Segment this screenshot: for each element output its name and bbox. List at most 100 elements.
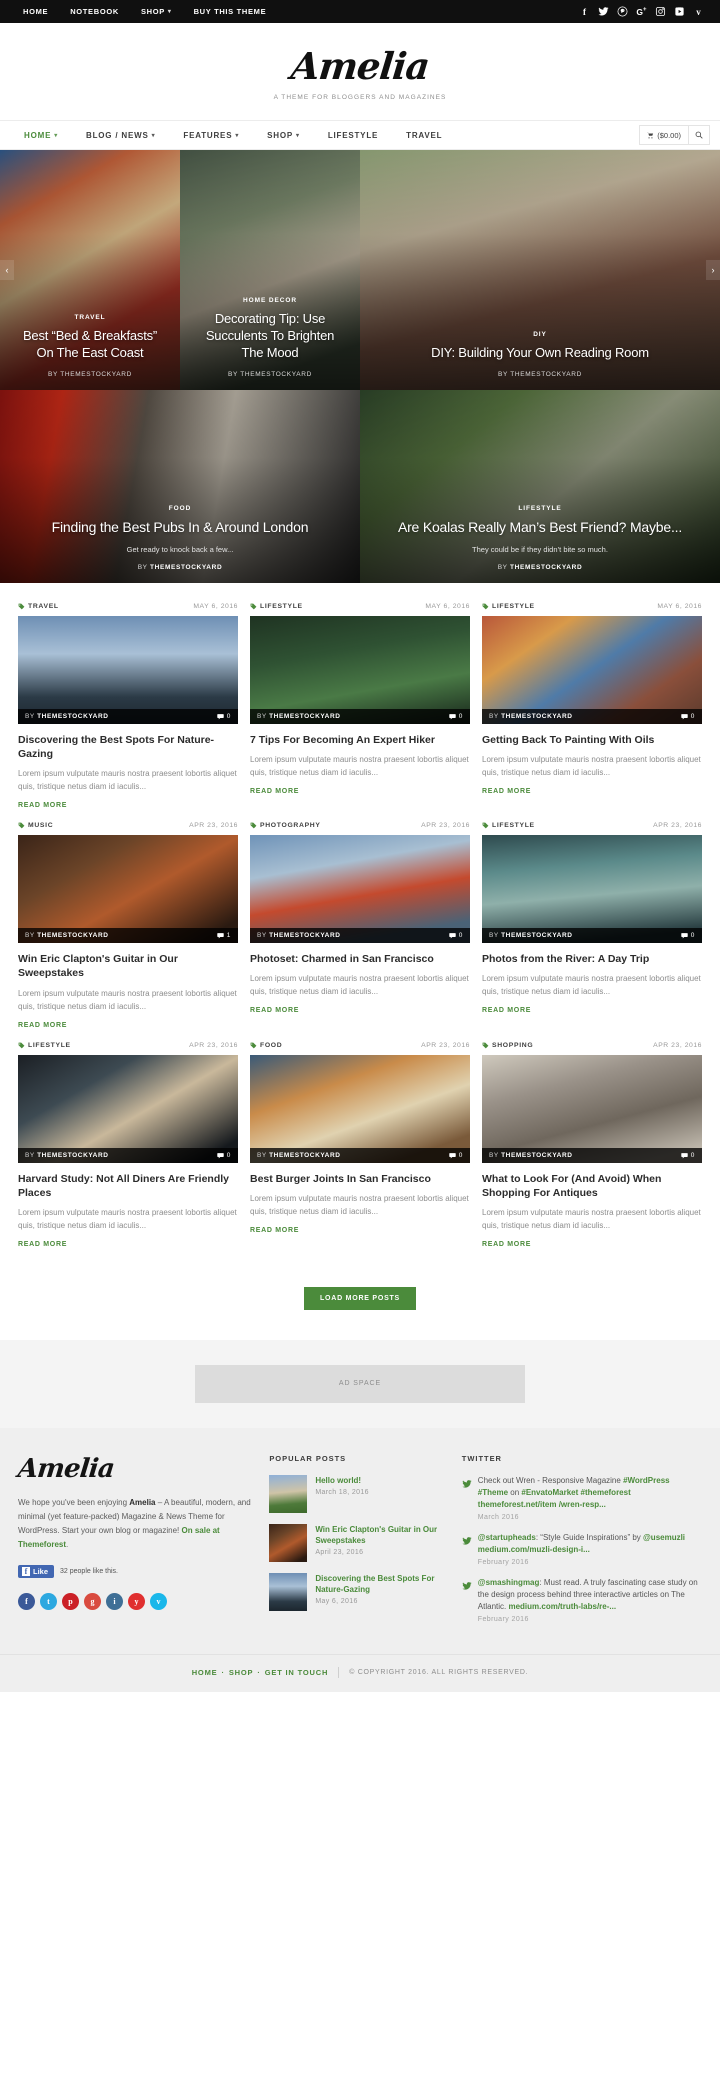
post-category[interactable]: TRAVEL: [18, 603, 59, 610]
comment-count[interactable]: 0: [449, 932, 463, 939]
nav-item-shop[interactable]: SHOP ▾: [253, 121, 314, 149]
post-category[interactable]: LIFESTYLE: [482, 822, 535, 829]
post-card[interactable]: LIFESTYLE MAY 6, 2016 BY THEMESTOCKYARD 0 7 …: [250, 603, 470, 812]
hero-card-pubs-london[interactable]: FOOD Finding the Best Pubs In & Around L…: [0, 390, 360, 583]
hero-category[interactable]: LIFESTYLE: [374, 505, 706, 512]
search-button[interactable]: [689, 125, 710, 145]
footer-nav-get-in-touch[interactable]: GET IN TOUCH: [265, 1668, 329, 1677]
post-card[interactable]: LIFESTYLE MAY 6, 2016 BY THEMESTOCKYARD 0 Ge…: [482, 603, 702, 812]
post-thumbnail[interactable]: BY THEMESTOCKYARD 0: [250, 1054, 470, 1163]
read-more-link[interactable]: READ MORE: [250, 788, 299, 795]
popular-post-title[interactable]: Hello world!: [315, 1475, 369, 1486]
hero-card-succulents[interactable]: HOME DECOR Decorating Tip: Use Succulent…: [180, 150, 360, 390]
hero-card-bed-breakfasts[interactable]: ‹ TRAVEL Best “Bed & Breakfasts” On The …: [0, 150, 180, 390]
twitter-icon[interactable]: t: [40, 1592, 57, 1610]
ad-space[interactable]: AD SPACE: [195, 1364, 525, 1403]
popular-post-item[interactable]: Discovering the Best Spots For Nature-Ga…: [269, 1572, 445, 1611]
post-card[interactable]: MUSIC APR 23, 2016 BY THEMESTOCKYARD 1 Win E…: [18, 822, 238, 1031]
post-title[interactable]: 7 Tips For Becoming An Expert Hiker: [250, 733, 470, 747]
post-card[interactable]: LIFESTYLE APR 23, 2016 BY THEMESTOCKYARD 0 H…: [18, 1042, 238, 1251]
post-category[interactable]: MUSIC: [18, 822, 53, 829]
hero-title[interactable]: Are Koalas Really Man’s Best Friend? May…: [374, 518, 706, 536]
post-thumbnail[interactable]: BY THEMESTOCKYARD 0: [18, 1054, 238, 1163]
topbar-link-home[interactable]: HOME: [12, 7, 59, 16]
read-more-link[interactable]: READ MORE: [250, 1227, 299, 1234]
popular-post-thumbnail[interactable]: [269, 1572, 308, 1611]
tweet-link-1[interactable]: @startupheads: [478, 1533, 536, 1542]
post-thumbnail[interactable]: BY THEMESTOCKYARD 0: [482, 835, 702, 944]
hero-category[interactable]: HOME DECOR: [194, 297, 346, 304]
pinterest-icon[interactable]: p: [62, 1592, 79, 1610]
twitter-icon[interactable]: [594, 6, 613, 17]
read-more-link[interactable]: READ MORE: [250, 1007, 299, 1014]
post-thumbnail[interactable]: BY THEMESTOCKYARD 0: [482, 616, 702, 724]
read-more-link[interactable]: READ MORE: [482, 788, 531, 795]
post-thumbnail[interactable]: BY THEMESTOCKYARD 0: [250, 835, 470, 944]
hero-title[interactable]: Best “Bed & Breakfasts” On The East Coas…: [14, 327, 166, 361]
read-more-link[interactable]: READ MORE: [18, 1241, 67, 1248]
topbar-link-shop[interactable]: SHOP ▾: [130, 7, 183, 16]
hero-title[interactable]: Finding the Best Pubs In & Around London: [14, 518, 346, 536]
popular-post-thumbnail[interactable]: [269, 1523, 308, 1562]
instagram-icon[interactable]: i: [106, 1592, 123, 1610]
post-title[interactable]: Win Eric Clapton's Guitar in Our Sweepst…: [18, 952, 238, 980]
nav-item-home[interactable]: HOME ▾: [10, 121, 72, 149]
comment-count[interactable]: 0: [449, 1152, 463, 1159]
popular-post-item[interactable]: Win Eric Clapton's Guitar in Our Sweepst…: [269, 1523, 445, 1562]
popular-post-title[interactable]: Discovering the Best Spots For Nature-Ga…: [315, 1573, 445, 1595]
nav-item-features[interactable]: FEATURES ▾: [169, 121, 253, 149]
hero-card-reading-room[interactable]: › DIY DIY: Building Your Own Reading Roo…: [360, 150, 720, 390]
nav-item-travel[interactable]: TRAVEL: [392, 121, 456, 149]
post-card[interactable]: LIFESTYLE APR 23, 2016 BY THEMESTOCKYARD 0 P…: [482, 822, 702, 1031]
tweet-link-1[interactable]: @smashingmag: [478, 1578, 540, 1587]
post-category[interactable]: LIFESTYLE: [250, 603, 303, 610]
facebook-icon[interactable]: f: [575, 7, 594, 17]
post-title[interactable]: What to Look For (And Avoid) When Shoppi…: [482, 1172, 702, 1200]
post-thumbnail[interactable]: BY THEMESTOCKYARD 1: [18, 835, 238, 944]
comment-count[interactable]: 0: [681, 932, 695, 939]
topbar-link-notebook[interactable]: NOTEBOOK: [59, 7, 130, 16]
post-card[interactable]: TRAVEL MAY 6, 2016 BY THEMESTOCKYARD 0 Disco…: [18, 603, 238, 812]
read-more-link[interactable]: READ MORE: [18, 1022, 67, 1029]
footer-nav-shop[interactable]: SHOP: [229, 1668, 254, 1677]
post-card[interactable]: PHOTOGRAPHY APR 23, 2016 BY THEMESTOCKYARD…: [250, 822, 470, 1031]
footer-nav-home[interactable]: HOME: [192, 1668, 218, 1677]
comment-count[interactable]: 1: [217, 932, 231, 939]
vimeo-icon[interactable]: v: [150, 1592, 167, 1610]
instagram-icon[interactable]: [651, 6, 670, 17]
post-title[interactable]: Discovering the Best Spots For Nature-Ga…: [18, 733, 238, 761]
slider-next-arrow[interactable]: ›: [706, 260, 720, 280]
post-category[interactable]: LIFESTYLE: [482, 603, 535, 610]
hero-card-koalas[interactable]: LIFESTYLE Are Koalas Really Man’s Best F…: [360, 390, 720, 583]
comment-count[interactable]: 0: [217, 713, 231, 720]
read-more-link[interactable]: READ MORE: [482, 1007, 531, 1014]
popular-post-item[interactable]: Hello world! March 18, 2016: [269, 1474, 445, 1513]
post-card[interactable]: SHOPPING APR 23, 2016 BY THEMESTOCKYARD 0 Wh…: [482, 1042, 702, 1251]
popular-post-thumbnail[interactable]: [269, 1474, 308, 1513]
hero-title[interactable]: DIY: Building Your Own Reading Room: [374, 344, 706, 361]
hero-category[interactable]: FOOD: [14, 505, 346, 512]
hero-title[interactable]: Decorating Tip: Use Succulents To Bright…: [194, 310, 346, 361]
youtube-icon[interactable]: [670, 6, 689, 17]
comment-count[interactable]: 0: [217, 1152, 231, 1159]
read-more-link[interactable]: READ MORE: [18, 802, 67, 809]
comment-count[interactable]: 0: [449, 713, 463, 720]
pinterest-icon[interactable]: [613, 6, 632, 17]
post-category[interactable]: LIFESTYLE: [18, 1042, 71, 1049]
post-category[interactable]: SHOPPING: [482, 1042, 533, 1049]
post-title[interactable]: Getting Back To Painting With Oils: [482, 733, 702, 747]
nav-item-blog-news[interactable]: BLOG / NEWS ▾: [72, 121, 169, 149]
tweet-link-2[interactable]: medium.com/truth-labs/re-...: [508, 1602, 616, 1611]
read-more-link[interactable]: READ MORE: [482, 1241, 531, 1248]
cart-button[interactable]: ($0.00): [639, 125, 689, 145]
hero-category[interactable]: TRAVEL: [14, 314, 166, 321]
post-thumbnail[interactable]: BY THEMESTOCKYARD 0: [250, 616, 470, 724]
post-title[interactable]: Photoset: Charmed in San Francisco: [250, 952, 470, 966]
comment-count[interactable]: 0: [681, 713, 695, 720]
post-title[interactable]: Harvard Study: Not All Diners Are Friend…: [18, 1172, 238, 1200]
popular-post-title[interactable]: Win Eric Clapton's Guitar in Our Sweepst…: [315, 1524, 445, 1546]
load-more-posts-button[interactable]: LOAD MORE POSTS: [304, 1286, 416, 1310]
comment-count[interactable]: 0: [681, 1152, 695, 1159]
post-category[interactable]: PHOTOGRAPHY: [250, 822, 321, 829]
post-card[interactable]: FOOD APR 23, 2016 BY THEMESTOCKYARD 0 Best B…: [250, 1042, 470, 1251]
